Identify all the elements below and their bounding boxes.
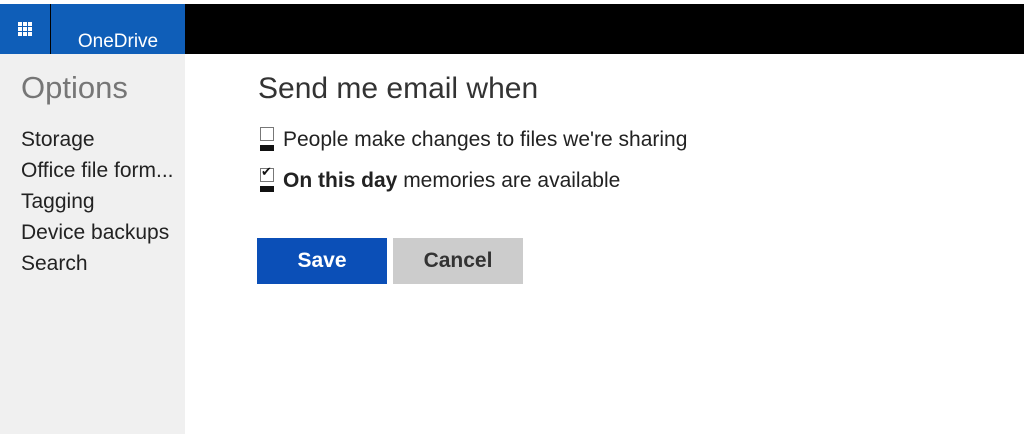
- sharing-changes-label: People make changes to files we're shari…: [283, 128, 688, 151]
- checkmark-icon: ✔: [261, 165, 272, 180]
- top-bar: OneDrive: [0, 4, 1024, 54]
- brand-label: OneDrive: [77, 31, 159, 52]
- cancel-button[interactable]: Cancel: [393, 238, 523, 284]
- sidebar-item-device-backups[interactable]: Device backups: [21, 217, 181, 248]
- sidebar-item-storage[interactable]: Storage: [21, 124, 181, 155]
- on-this-day-label: On this day memories are available: [283, 169, 620, 193]
- on-this-day-label-rest: memories are available: [397, 169, 621, 192]
- checkbox-box: [260, 127, 274, 141]
- on-this-day-checkbox[interactable]: ✔: [260, 165, 274, 194]
- app-launcher-button[interactable]: [0, 4, 50, 54]
- sidebar-title: Options: [21, 70, 128, 105]
- page-title: Send me email when: [258, 72, 539, 105]
- sidebar-item-search[interactable]: Search: [21, 248, 181, 279]
- sharing-changes-checkbox[interactable]: [260, 127, 274, 153]
- option-sharing-changes: People make changes to files we're shari…: [260, 127, 687, 153]
- option-on-this-day: ✔ On this day memories are available: [260, 165, 620, 194]
- save-button[interactable]: Save: [257, 238, 387, 284]
- checkbox-underline: [260, 186, 274, 192]
- options-nav: Storage Office file form... Tagging Devi…: [21, 124, 181, 279]
- sidebar-item-tagging[interactable]: Tagging: [21, 186, 181, 217]
- options-sidebar: Options Storage Office file form... Tagg…: [0, 54, 185, 434]
- waffle-grid-icon: [18, 22, 32, 36]
- checkbox-underline: [260, 145, 274, 151]
- sidebar-item-office-file-formats[interactable]: Office file form...: [21, 155, 181, 186]
- onedrive-brand-link[interactable]: OneDrive: [51, 4, 185, 54]
- on-this-day-bold-label: On this day: [283, 169, 398, 192]
